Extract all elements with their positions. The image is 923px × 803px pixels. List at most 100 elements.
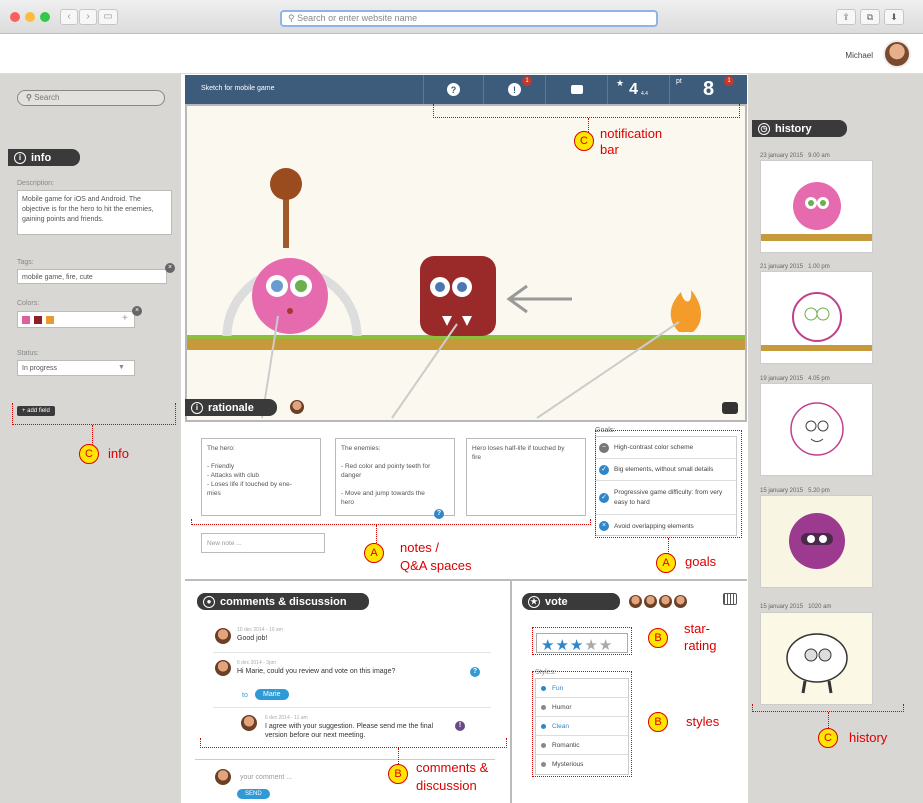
goals-highlight bbox=[595, 430, 742, 538]
user-avatar[interactable] bbox=[883, 40, 911, 68]
address-bar[interactable]: ⚲ Search or enter website name bbox=[280, 10, 658, 27]
info-highlight bbox=[12, 403, 176, 425]
back-icon[interactable]: ‹ bbox=[60, 9, 78, 25]
sketch-canvas[interactable] bbox=[185, 104, 747, 422]
send-button[interactable]: SEND bbox=[237, 789, 270, 799]
history-date: 15 january 2015 1020 am bbox=[760, 604, 832, 610]
vote-header: ★ vote bbox=[522, 593, 620, 610]
browser-toolbar: ‹ › ▭ ⚲ Search or enter website name ⇪ ⧉… bbox=[0, 0, 923, 34]
info-panel: ⚲ Search i info Description: Mobile game… bbox=[0, 74, 181, 803]
recipient-tag[interactable]: Marie bbox=[255, 689, 289, 700]
commenter-avatar[interactable] bbox=[215, 660, 231, 676]
rationale-author-avatar[interactable] bbox=[290, 400, 304, 414]
commenter-avatar[interactable] bbox=[241, 715, 257, 731]
chat-bubble-icon: ● bbox=[203, 595, 215, 608]
chat-button[interactable] bbox=[545, 75, 607, 104]
comment-meta: 6 dec 2014 - 3pm bbox=[237, 660, 276, 666]
annotation-badge: B bbox=[648, 628, 668, 648]
question-icon[interactable]: ? bbox=[434, 509, 444, 519]
chat-icon bbox=[570, 85, 583, 94]
alerts-button[interactable]: ! 1 bbox=[483, 75, 545, 104]
search-input[interactable]: ⚲ Search bbox=[17, 90, 165, 106]
annotation-badge: A bbox=[364, 543, 384, 563]
annotation-label: info bbox=[108, 446, 129, 461]
calendar-icon[interactable] bbox=[723, 593, 737, 605]
close-window-icon[interactable] bbox=[10, 12, 20, 22]
annotation-label: star- bbox=[684, 621, 710, 636]
chevron-down-icon: ▼ bbox=[118, 364, 125, 371]
note-card[interactable]: Hero loses half-life if touched by fire bbox=[466, 438, 586, 516]
help-button[interactable]: ? bbox=[423, 75, 483, 104]
rating-button[interactable]: ★ 4 4.4 bbox=[607, 75, 669, 104]
vote-title: vote bbox=[545, 595, 568, 608]
comment-input[interactable]: your comment ... bbox=[240, 773, 292, 782]
history-date: 23 january 2015 9.00 am bbox=[760, 153, 830, 159]
annotation-label: goals bbox=[685, 554, 717, 569]
tabs-icon[interactable]: ⧉ bbox=[860, 9, 880, 25]
annotation-label: comments & bbox=[416, 760, 489, 775]
color-swatch[interactable] bbox=[46, 316, 54, 324]
status-select[interactable]: In progress ▼ bbox=[17, 360, 135, 376]
info-icon: i bbox=[191, 401, 203, 414]
note-line: hero bbox=[341, 499, 355, 506]
user-name[interactable]: Michael bbox=[845, 51, 873, 60]
annotation-badge: C bbox=[574, 131, 594, 151]
help-icon: ? bbox=[447, 83, 460, 96]
color-swatch[interactable] bbox=[22, 316, 30, 324]
history-thumbnail[interactable] bbox=[760, 271, 873, 364]
clear-colors-icon[interactable]: × bbox=[132, 306, 142, 316]
annotation-label: rating bbox=[684, 638, 717, 653]
history-thumbnail[interactable] bbox=[760, 160, 873, 253]
annotation-label: notification bbox=[600, 126, 663, 141]
note-line: fire bbox=[472, 454, 482, 461]
annotation-badge: C bbox=[79, 444, 99, 464]
forward-icon[interactable]: › bbox=[79, 9, 97, 25]
history-date: 21 january 2015 1.00 pm bbox=[760, 264, 830, 270]
commenter-avatar[interactable] bbox=[215, 628, 231, 644]
annotation-label: notes / bbox=[400, 540, 440, 555]
note-line: - Red color and pointy teeth for bbox=[341, 463, 431, 470]
comment-toggle-icon[interactable] bbox=[722, 402, 738, 414]
question-icon[interactable]: ? bbox=[470, 667, 480, 677]
clear-tags-icon[interactable]: × bbox=[165, 263, 175, 273]
alert-icon[interactable]: ! bbox=[455, 721, 465, 731]
notification-bar-highlight bbox=[433, 104, 740, 118]
description-field[interactable]: Mobile game for iOS and Android. The obj… bbox=[17, 190, 172, 235]
add-color-button[interactable]: + bbox=[122, 314, 128, 324]
note-line: - Friendly bbox=[207, 463, 235, 470]
rating-average: 4.4 bbox=[640, 90, 648, 97]
voter-avatar[interactable] bbox=[629, 595, 642, 608]
notification-bar: Sketch for mobile game ? ! 1 ★ 4 4.4 pt … bbox=[185, 75, 747, 104]
rating-value: 4 bbox=[629, 80, 638, 98]
alert-icon: ! bbox=[508, 83, 521, 96]
tags-label: Tags: bbox=[17, 259, 34, 266]
annotation-badge: A bbox=[656, 553, 676, 573]
star-rating-highlight bbox=[532, 627, 632, 655]
points-button[interactable]: pt 8 1 bbox=[669, 75, 747, 104]
tags-field[interactable]: mobile game, fire, cute bbox=[17, 269, 167, 284]
history-thumbnail[interactable] bbox=[760, 612, 873, 705]
points-badge: 1 bbox=[724, 76, 734, 86]
annotation-badge: B bbox=[388, 764, 408, 784]
colors-field[interactable]: + bbox=[17, 311, 135, 328]
history-thumbnail[interactable] bbox=[760, 495, 873, 588]
voter-avatar[interactable] bbox=[644, 595, 657, 608]
voter-avatar[interactable] bbox=[659, 595, 672, 608]
history-thumbnail[interactable] bbox=[760, 383, 873, 476]
annotation-label: discussion bbox=[416, 778, 477, 793]
app-header: Michael bbox=[0, 34, 923, 74]
maximize-window-icon[interactable] bbox=[40, 12, 50, 22]
sidebar-toggle-icon[interactable]: ▭ bbox=[98, 9, 118, 25]
color-swatch[interactable] bbox=[34, 316, 42, 324]
download-icon[interactable]: ⬇ bbox=[884, 9, 904, 25]
voter-avatar[interactable] bbox=[674, 595, 687, 608]
info-icon: i bbox=[14, 151, 26, 164]
annotation-badge: C bbox=[818, 728, 838, 748]
note-card[interactable]: The enemies: - Red color and pointy teet… bbox=[335, 438, 455, 519]
history-header: ◷ history bbox=[752, 120, 847, 137]
share-icon[interactable]: ⇪ bbox=[836, 9, 856, 25]
minimize-window-icon[interactable] bbox=[25, 12, 35, 22]
new-note-input[interactable]: New note ... bbox=[201, 533, 325, 553]
rationale-title: rationale bbox=[208, 401, 254, 414]
note-card[interactable]: The hero: - Friendly - Attacks with club… bbox=[201, 438, 321, 516]
